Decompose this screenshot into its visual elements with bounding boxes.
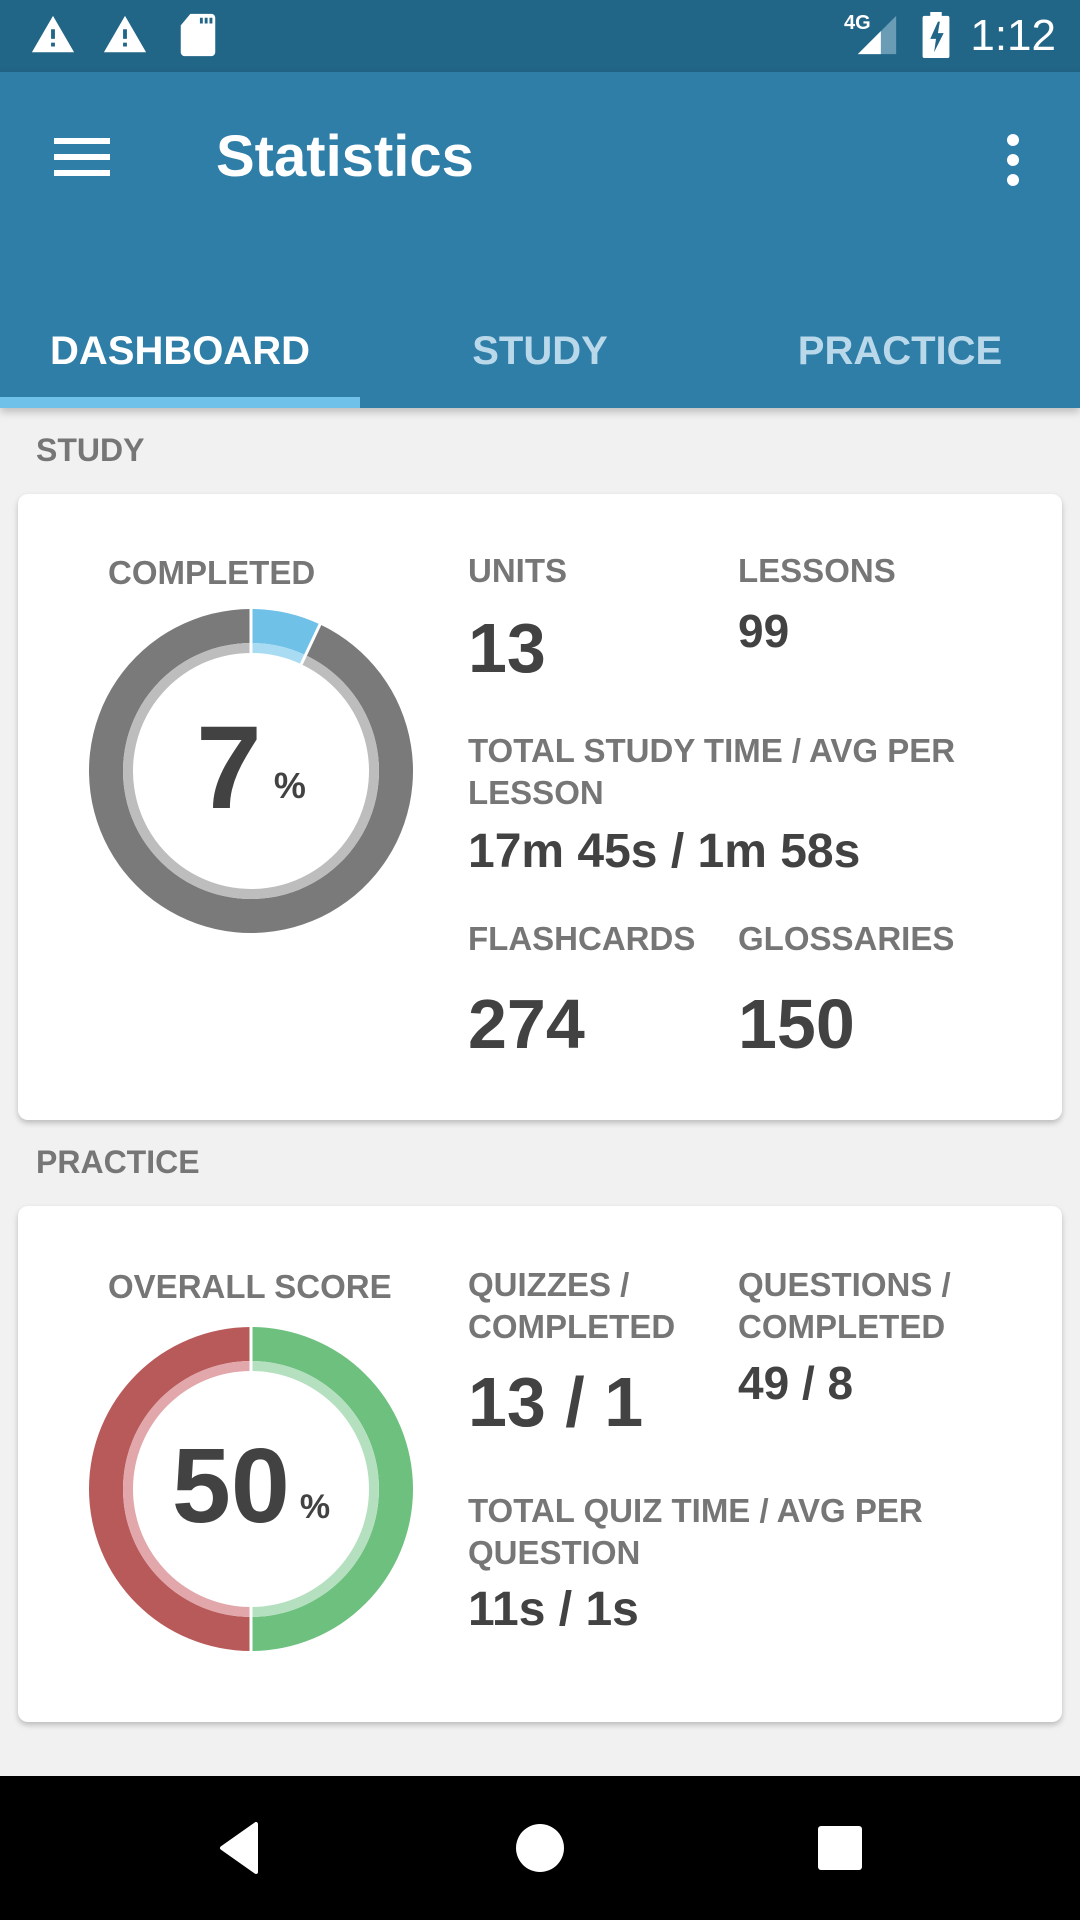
questions-value: 49 / 8 (738, 1357, 854, 1409)
study-section-label: STUDY (36, 432, 145, 468)
glossaries-label: GLOSSARIES (738, 920, 955, 957)
study-time-label: TOTAL STUDY TIME / AVG PER LESSON (468, 732, 956, 811)
tab-study[interactable]: STUDY (360, 294, 720, 408)
completed-label: COMPLETED (108, 554, 316, 591)
battery-charging-icon (922, 12, 950, 58)
flashcards-value: 274 (468, 985, 585, 1063)
more-vert-icon[interactable] (998, 134, 1030, 190)
quizzes-label: QUIZZES / COMPLETED (468, 1266, 676, 1345)
tab-practice[interactable]: PRACTICE (720, 294, 1080, 408)
study-time-value: 17m 45s / 1m 58s (468, 825, 861, 878)
quizzes-value: 13 / 1 (468, 1363, 644, 1441)
warning-icon (31, 15, 75, 53)
overall-score-value: 50% (172, 1427, 330, 1545)
sd-card-icon (180, 13, 216, 57)
status-bar: 4G 1:12 (0, 0, 1080, 72)
completed-value: 7% (196, 702, 306, 834)
study-card: COMPLETED 7% UNITS 13 LESSONS 99 TOTAL S… (18, 494, 1062, 1120)
system-nav-bar (0, 1776, 1080, 1920)
overall-score-donut: 50% (88, 1326, 413, 1652)
practice-section-label: PRACTICE (36, 1144, 200, 1180)
lessons-label: LESSONS (738, 552, 896, 589)
hamburger-menu-icon[interactable] (54, 134, 112, 180)
questions-label: QUESTIONS / COMPLETED (738, 1266, 951, 1345)
tab-dashboard[interactable]: DASHBOARD (0, 294, 360, 408)
quiz-time-value: 11s / 1s (468, 1583, 639, 1636)
completed-donut: 7% (89, 608, 414, 933)
back-triangle-icon[interactable] (210, 1816, 274, 1880)
warning-icon (103, 15, 147, 53)
glossaries-value: 150 (738, 985, 855, 1063)
practice-card: OVERALL SCORE 50% QUIZZES / COMPLETED 13… (18, 1206, 1062, 1722)
recents-square-icon[interactable] (808, 1816, 872, 1880)
flashcards-label: FLASHCARDS (468, 920, 696, 957)
overall-score-label: OVERALL SCORE (108, 1268, 392, 1305)
tab-bar: DASHBOARD STUDY PRACTICE (0, 294, 1080, 408)
units-label: UNITS (468, 552, 567, 589)
quiz-time-label: TOTAL QUIZ TIME / AVG PER QUESTION (468, 1492, 923, 1571)
tab-indicator (0, 397, 360, 408)
signal-4g-icon (857, 15, 897, 55)
app-bar: Statistics DASHBOARD STUDY PRACTICE (0, 72, 1080, 408)
page-title: Statistics (216, 124, 474, 189)
units-value: 13 (468, 609, 546, 687)
clock: 1:12 (970, 11, 1056, 60)
lessons-value: 99 (738, 605, 790, 657)
home-circle-icon[interactable] (508, 1816, 572, 1880)
